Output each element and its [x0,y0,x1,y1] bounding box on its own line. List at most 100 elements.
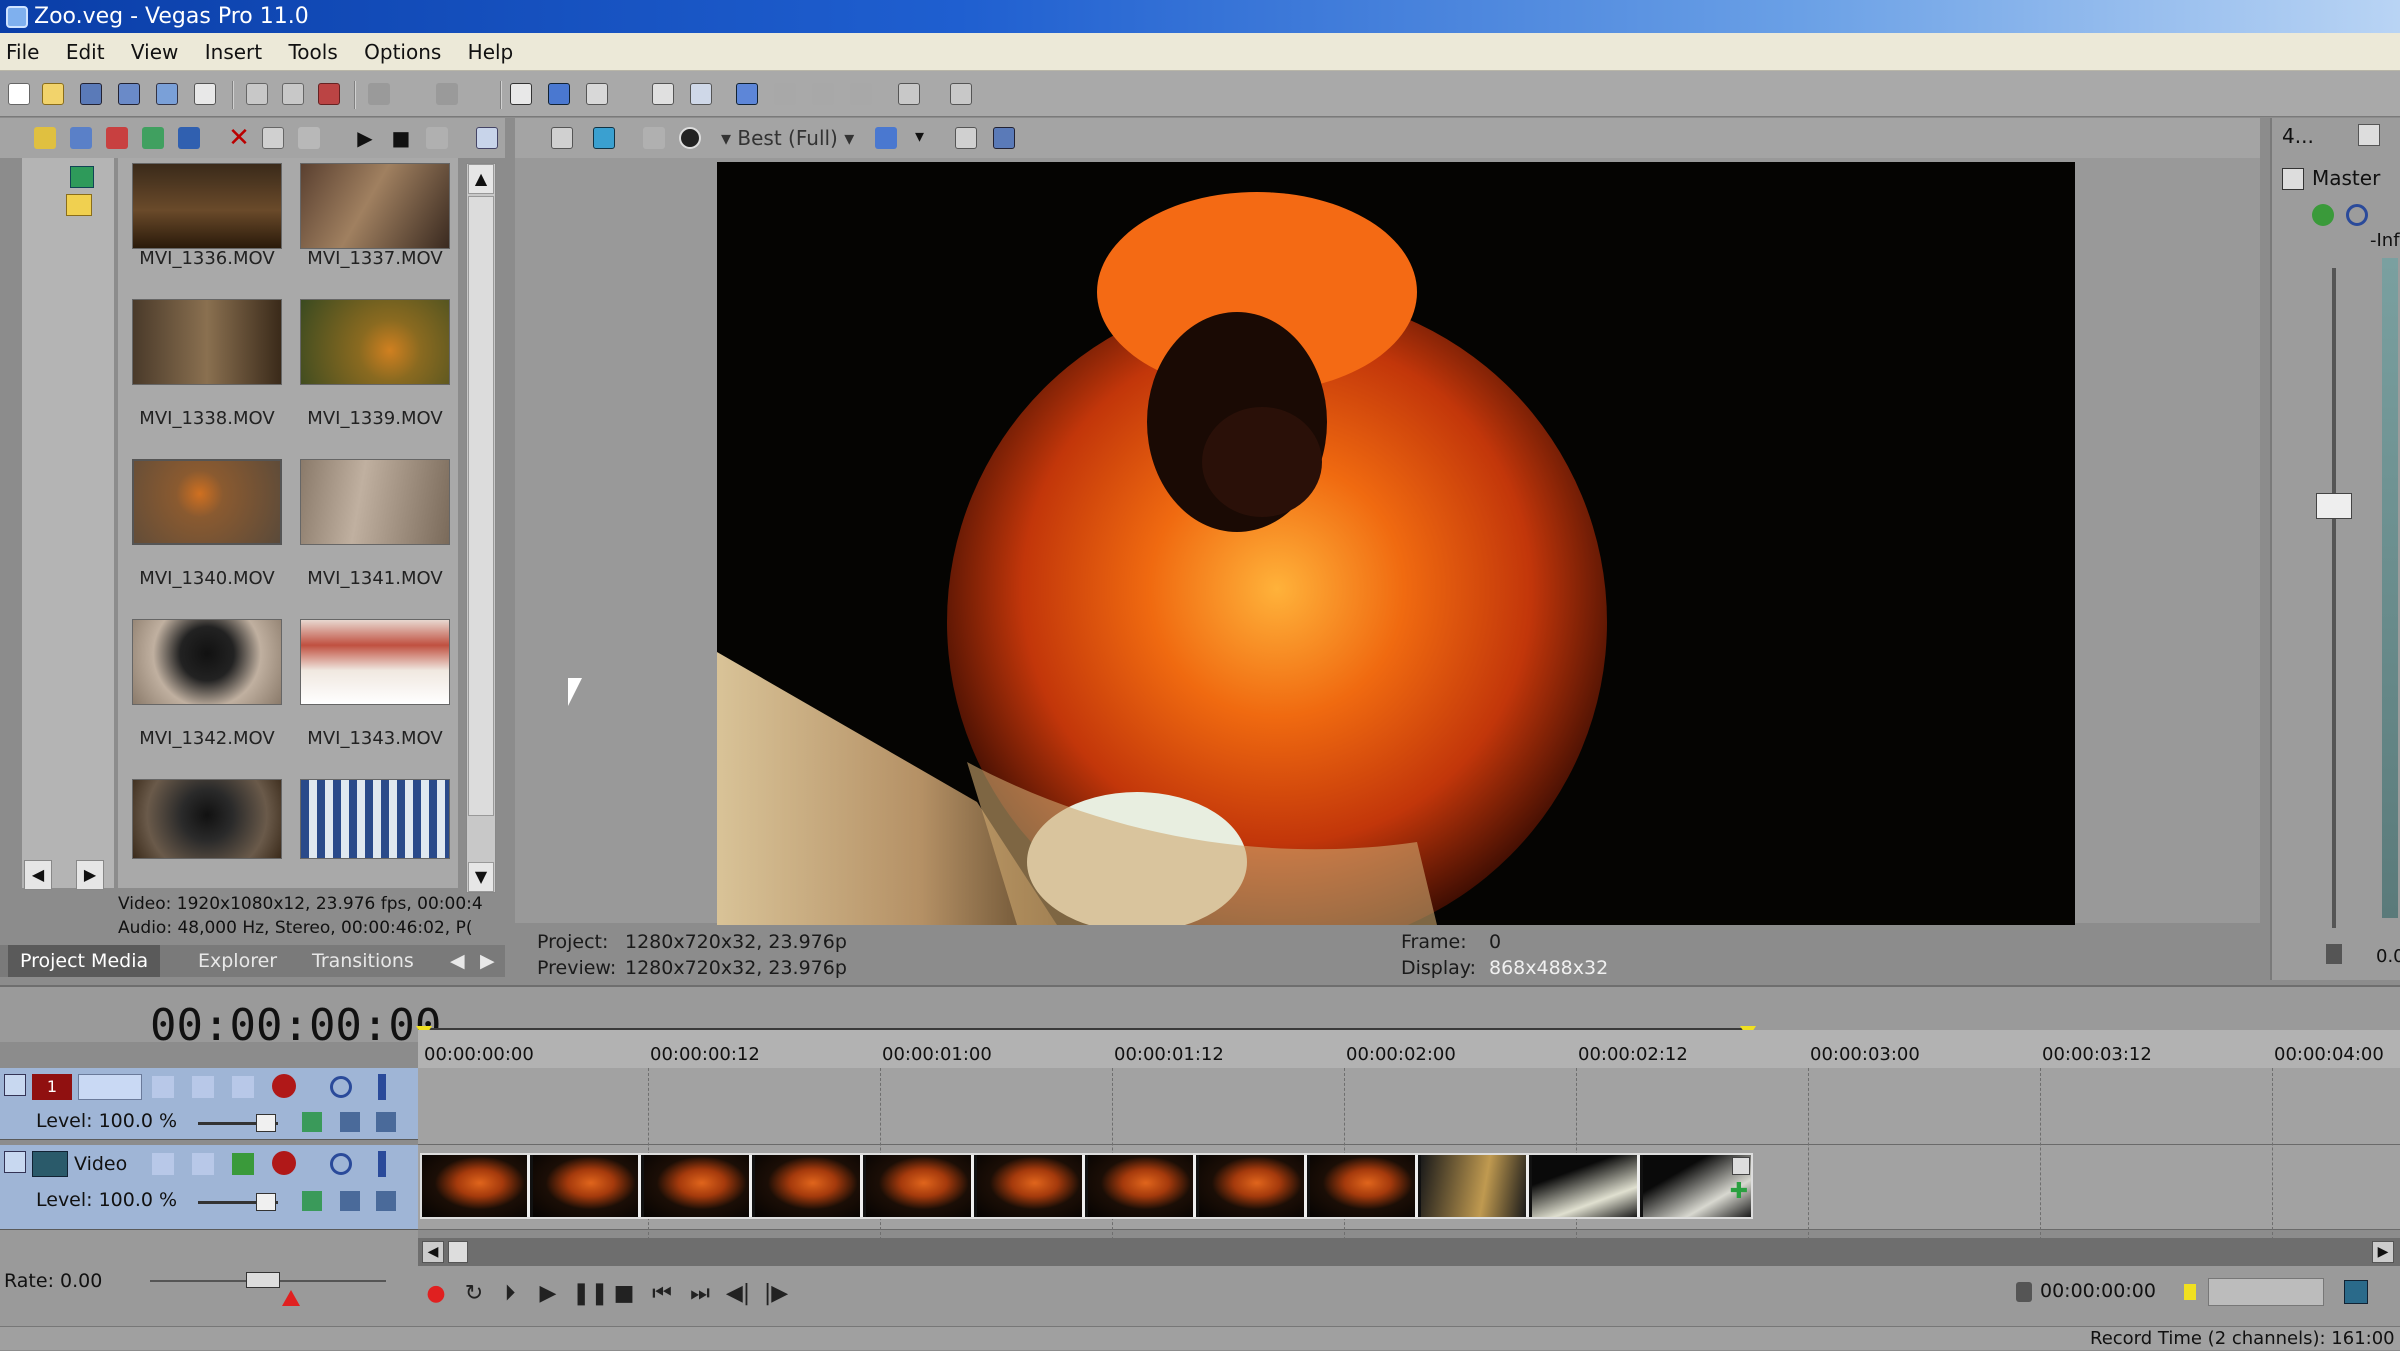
preview-quality-select[interactable]: ▾ Best (Full) ▾ [721,126,854,150]
rate-reset-marker[interactable] [282,1290,300,1306]
pause-icon[interactable]: ❚❚ [572,1280,609,1308]
scroll-left-icon[interactable]: ◀ [422,1241,444,1263]
track-motion-icon[interactable] [152,1076,174,1098]
minimize-track-icon[interactable] [4,1074,26,1096]
timeline-ruler[interactable]: 00:00:00:00 00:00:00:12 00:00:01:00 00:0… [418,1030,2400,1070]
bin-folder-icon[interactable] [66,194,92,216]
track-name[interactable]: Video [74,1153,127,1175]
solo-icon[interactable] [378,1151,386,1177]
track-fx-icon[interactable] [192,1076,214,1098]
level-slider-handle[interactable] [256,1114,276,1132]
go-to-start-icon[interactable]: ⏮ [648,1280,676,1308]
paste-icon[interactable] [318,83,340,105]
media-thumbnail[interactable] [300,459,450,545]
ignore-grouping-icon[interactable] [774,83,796,105]
media-properties-icon[interactable] [262,127,284,149]
menu-view[interactable]: View [121,33,188,71]
tab-scroll-right-icon[interactable]: ▶ [476,945,499,977]
event-pan-crop-icon[interactable]: ✚ [1728,1181,1750,1203]
normal-edit-tool-icon[interactable] [510,83,532,105]
play-icon[interactable]: ▶ [534,1280,562,1308]
open-folder-icon[interactable] [42,83,64,105]
auto-preview-icon[interactable] [426,127,448,149]
media-thumbnail[interactable] [300,163,450,249]
save-icon[interactable] [80,83,102,105]
copy-snapshot-icon[interactable] [955,127,977,149]
event-fx-icon[interactable] [1732,1157,1750,1175]
save-as-icon[interactable] [118,83,140,105]
envelope-tool-icon[interactable] [548,83,570,105]
loop-playback-icon[interactable]: ↻ [460,1280,488,1308]
make-compositing-child-icon[interactable] [376,1112,396,1132]
redo-icon[interactable] [436,83,458,105]
tab-project-media[interactable]: Project Media [8,945,161,977]
tab-explorer[interactable]: Explorer [186,945,289,977]
video-fx-icon[interactable] [643,127,665,149]
menu-insert[interactable]: Insert [195,33,272,71]
remove-media-icon[interactable]: ✕ [228,125,250,151]
views-icon[interactable] [476,127,498,149]
menu-options[interactable]: Options [354,33,451,71]
track-fx-icon[interactable] [192,1153,214,1175]
track-1-lane[interactable] [418,1068,2400,1145]
save-snapshot-icon[interactable] [993,127,1015,149]
tab-scroll-left-icon[interactable]: ◀ [446,945,469,977]
capture-video-icon[interactable] [70,127,92,149]
composite-mode-icon[interactable] [232,1076,254,1098]
track-fx-chain-icon[interactable] [272,1151,296,1175]
make-compositing-parent-icon[interactable] [340,1191,360,1211]
timeline-zoom-icon[interactable] [2344,1280,2368,1304]
media-thumbnail-selected[interactable] [132,459,282,545]
composite-mode-icon[interactable] [232,1153,254,1175]
master-mute-icon[interactable] [2346,204,2368,226]
track-2-header[interactable]: Video Level: 100.0 % [0,1145,418,1230]
selection-length-field[interactable] [2208,1278,2324,1306]
timeline-horizontal-scrollbar[interactable]: ◀ ▶ [418,1238,2400,1266]
search-media-icon[interactable] [178,127,200,149]
scroll-down-icon[interactable]: ▼ [468,862,494,892]
overlays-dropdown-icon[interactable]: ▾ [915,126,924,147]
properties-icon[interactable] [194,83,216,105]
minimize-track-icon[interactable] [4,1151,26,1173]
track-fx-chain-icon[interactable] [272,1074,296,1098]
media-thumbnail[interactable] [300,299,450,385]
enable-snapping-icon[interactable] [850,83,872,105]
mute-icon[interactable] [330,1076,352,1098]
get-media-web-icon[interactable] [142,127,164,149]
preview-properties-icon[interactable] [551,127,573,149]
mute-icon[interactable] [330,1153,352,1175]
cut-icon[interactable] [246,83,268,105]
media-thumbnail[interactable] [300,619,450,705]
online-help-icon[interactable] [898,83,920,105]
media-bins-tree[interactable] [22,158,114,888]
tab-transitions[interactable]: Transitions [300,945,426,977]
overlays-icon[interactable] [875,127,897,149]
auto-crossfade-icon[interactable] [812,83,834,105]
auto-ripple-icon[interactable] [690,83,712,105]
record-icon[interactable]: ● [422,1280,450,1308]
menu-tools[interactable]: Tools [278,33,347,71]
master-fx-icon[interactable] [2312,204,2334,226]
scroll-thumb[interactable] [468,196,494,816]
split-screen-icon[interactable] [679,127,701,149]
menu-edit[interactable]: Edit [56,33,115,71]
scroll-right-icon[interactable]: ▶ [76,860,104,890]
track-motion-icon[interactable] [152,1153,174,1175]
cursor-time[interactable]: 00:00:00:00 [2040,1280,2156,1302]
get-media-icon[interactable] [106,127,128,149]
track-1-header[interactable]: 1 Level: 100.0 % [0,1068,418,1140]
level-slider-handle[interactable] [256,1193,276,1211]
media-thumbnail[interactable] [132,299,282,385]
rate-slider-handle[interactable] [246,1272,280,1288]
make-compositing-parent-icon[interactable] [340,1112,360,1132]
selection-tool-icon[interactable] [586,83,608,105]
media-list-scrollbar[interactable]: ▲ ▼ [466,163,496,893]
mixer-properties-icon[interactable] [2358,124,2380,146]
make-compositing-child-icon[interactable] [376,1191,396,1211]
video-preview-frame[interactable] [717,162,2075,925]
whats-this-help-icon[interactable] [950,83,972,105]
timeline-timecode[interactable]: 00:00:00:00 [150,1000,441,1051]
vegas-app-icon[interactable] [6,6,28,28]
scroll-up-icon[interactable]: ▲ [468,164,494,194]
go-to-end-icon[interactable]: ⏭ [686,1280,714,1308]
